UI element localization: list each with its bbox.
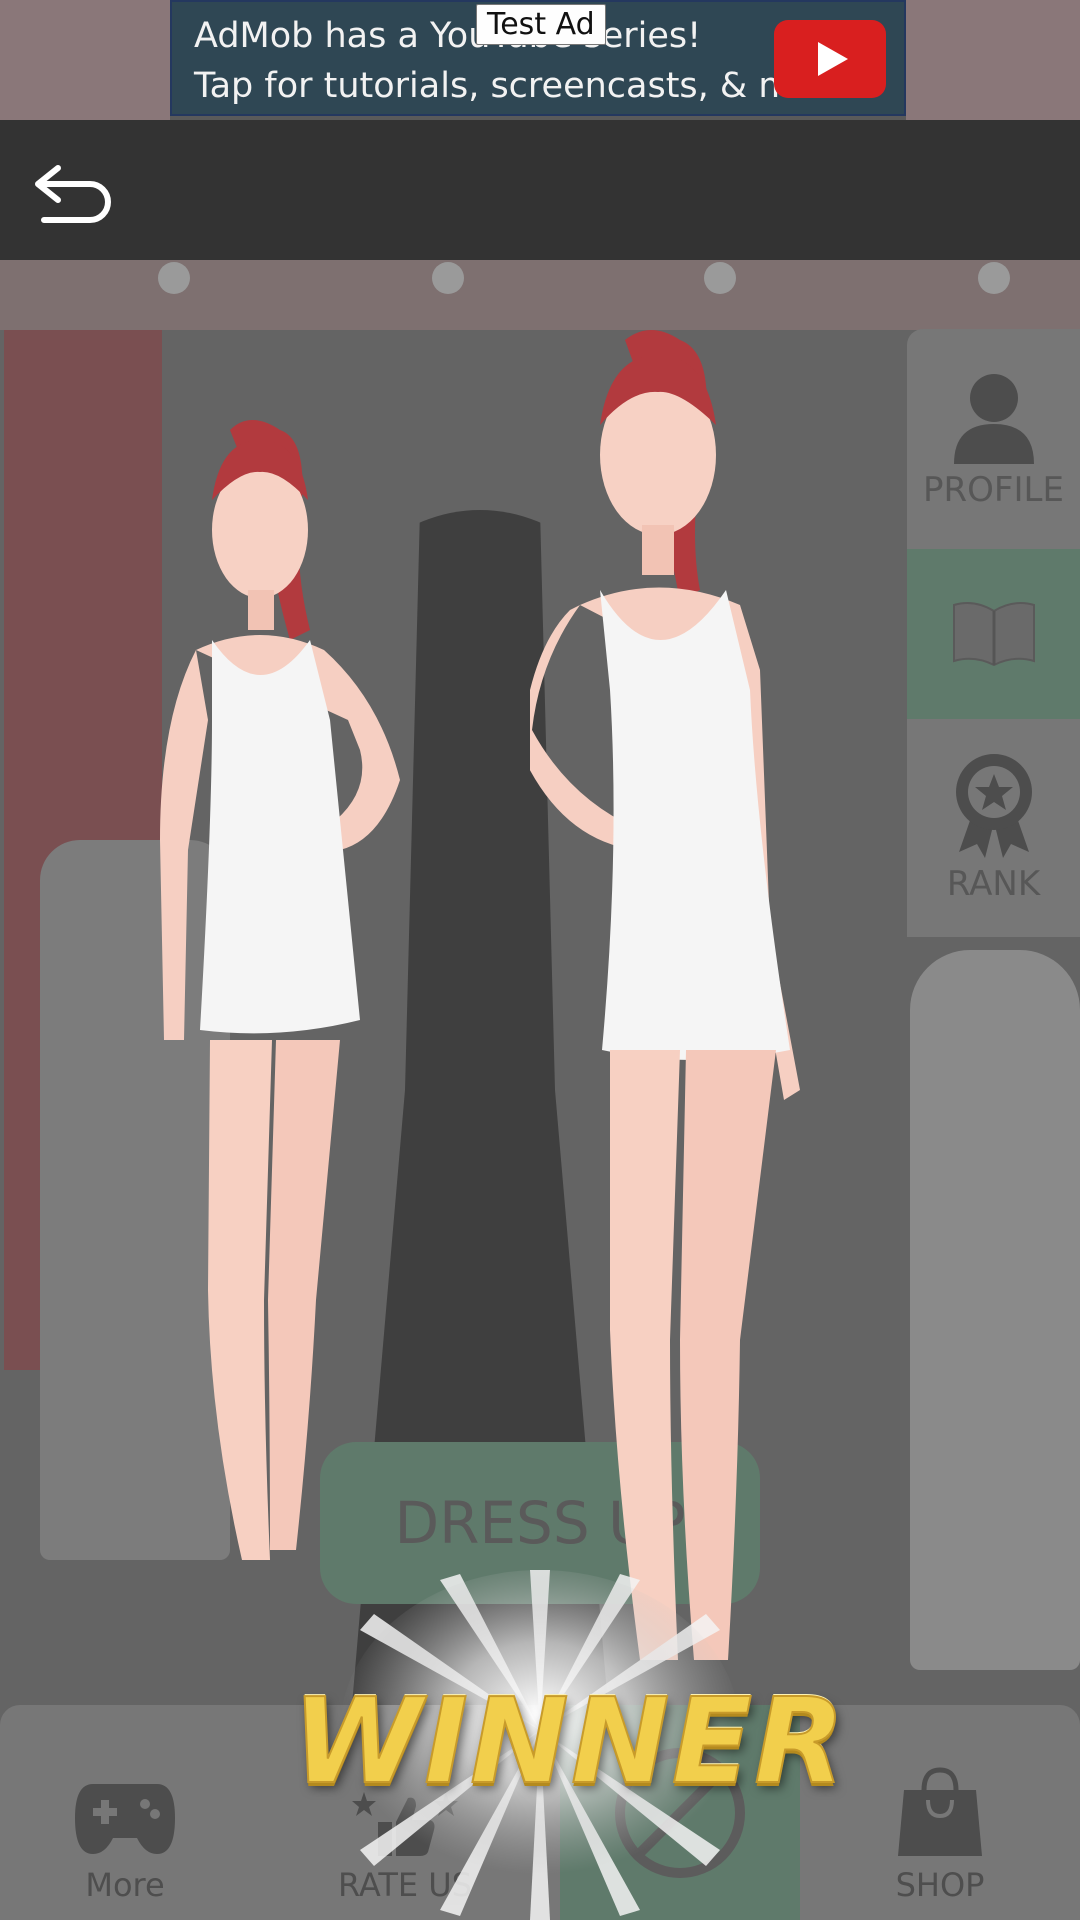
back-arrow-icon [35, 165, 111, 223]
rank-badge-icon [955, 754, 1032, 858]
gamepad-icon [75, 1784, 175, 1854]
shopping-bag-icon [898, 1767, 982, 1856]
ad-headline: AdMob has a YouTube series! [194, 16, 702, 56]
back-button[interactable] [30, 160, 116, 224]
side-panel: PROFILE RANK [907, 329, 1080, 937]
right-model-figure [530, 330, 800, 1660]
book-button[interactable] [907, 549, 1080, 719]
winner-title: WINNER [291, 1671, 848, 1811]
rank-button[interactable]: RANK [907, 719, 1080, 937]
right-dress-rack [910, 950, 1080, 1670]
ad-strip-left [0, 0, 170, 120]
left-model-figure [160, 420, 400, 1560]
more-button[interactable]: More [0, 1705, 250, 1920]
light-bulb [158, 262, 190, 294]
ad-strip-right [906, 0, 1080, 120]
profile-icon [953, 374, 1034, 464]
youtube-play-icon[interactable] [774, 20, 886, 98]
test-ad-label: Test Ad [476, 4, 606, 45]
profile-button[interactable]: PROFILE [907, 329, 1080, 549]
profile-label: PROFILE [923, 470, 1064, 510]
more-label: More [85, 1866, 165, 1904]
ad-subline: Tap for tutorials, screencasts, & more. [194, 66, 861, 106]
light-bulb [432, 262, 464, 294]
shop-label: SHOP [895, 1866, 985, 1904]
top-bar [0, 120, 1080, 260]
light-bulb [704, 262, 736, 294]
rank-label: RANK [946, 864, 1041, 904]
book-icon [952, 602, 1035, 667]
light-bulb [978, 262, 1010, 294]
